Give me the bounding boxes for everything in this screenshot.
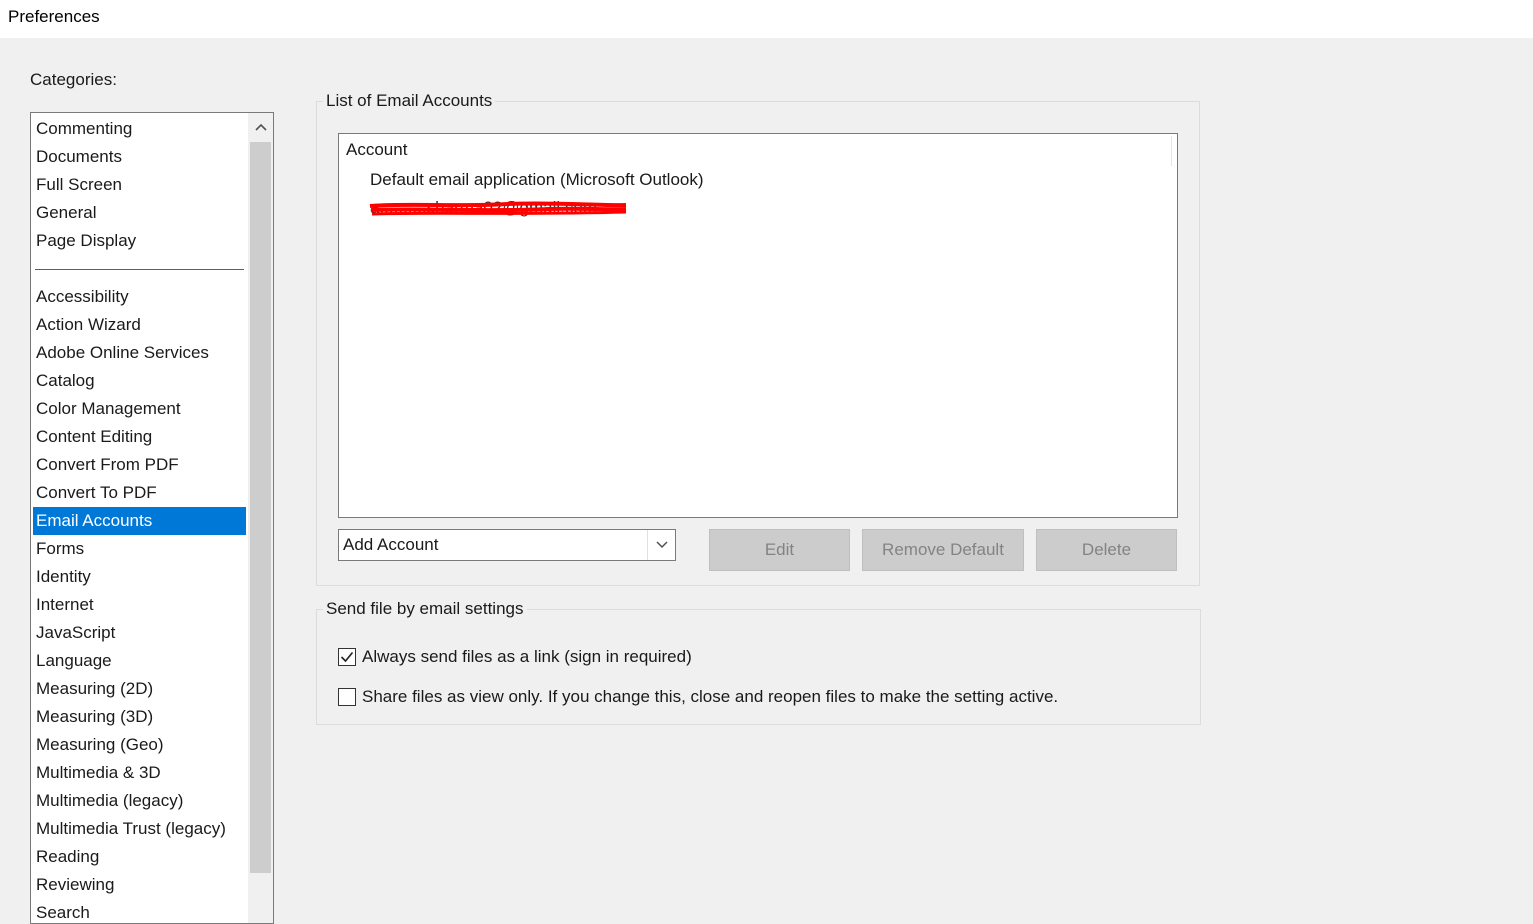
category-item[interactable]: Multimedia Trust (legacy) <box>33 815 246 843</box>
category-item[interactable]: Action Wizard <box>33 311 246 339</box>
view-only-checkbox[interactable] <box>338 688 356 706</box>
send-as-link-checkbox[interactable] <box>338 648 356 666</box>
category-item[interactable]: Multimedia (legacy) <box>33 787 246 815</box>
category-item[interactable]: JavaScript <box>33 619 246 647</box>
scroll-thumb[interactable] <box>250 142 271 873</box>
email-accounts-group: List of Email Accounts Account Default e… <box>316 90 1200 586</box>
category-item[interactable]: Language <box>33 647 246 675</box>
send-settings-legend: Send file by email settings <box>323 598 527 620</box>
chevron-down-icon[interactable] <box>647 530 675 560</box>
category-item[interactable]: Adobe Online Services <box>33 339 246 367</box>
scroll-up-icon[interactable] <box>248 113 273 141</box>
title-bar: Preferences <box>0 0 1533 38</box>
categories-list[interactable]: Commenting Documents Full Screen General Pag… <box>30 112 274 924</box>
add-account-dropdown[interactable]: Add Account <box>338 529 676 561</box>
window-title: Preferences <box>8 7 100 26</box>
category-item[interactable]: Catalog <box>33 367 246 395</box>
category-item[interactable]: Forms <box>33 535 246 563</box>
categories-items: Commenting Documents Full Screen General Pag… <box>33 115 246 923</box>
categories-label: Categories: <box>30 70 117 89</box>
accounts-list[interactable]: Account Default email application (Micro… <box>338 133 1178 518</box>
category-item[interactable]: Convert From PDF <box>33 451 246 479</box>
category-item[interactable]: Convert To PDF <box>33 479 246 507</box>
option-view-only[interactable]: Share files as view only. If you change … <box>338 687 1058 707</box>
category-item[interactable]: Multimedia & 3D <box>33 759 246 787</box>
category-item[interactable]: Reviewing <box>33 871 246 899</box>
category-item[interactable]: Page Display <box>33 227 246 255</box>
category-item[interactable]: Accessibility <box>33 283 246 311</box>
category-separator <box>33 255 246 283</box>
account-column-header: Account <box>346 140 408 159</box>
category-item[interactable]: Internet <box>33 591 246 619</box>
send-as-link-label: Always send files as a link (sign in req… <box>362 647 692 666</box>
category-item[interactable]: Identity <box>33 563 246 591</box>
category-item[interactable]: Search <box>33 899 246 923</box>
send-settings-group: Send file by email settings Always send … <box>316 598 1201 725</box>
categories-scrollbar[interactable] <box>248 113 273 923</box>
category-item[interactable]: Full Screen <box>33 171 246 199</box>
account-row-redacted[interactable]: a..........sharma02@gmail.com <box>369 198 627 218</box>
checkmark-icon <box>340 651 354 663</box>
email-accounts-legend: List of Email Accounts <box>323 90 496 112</box>
category-item[interactable]: Reading <box>33 843 246 871</box>
category-item[interactable]: Measuring (Geo) <box>33 731 246 759</box>
remove-default-button[interactable]: Remove Default <box>862 529 1024 571</box>
option-send-as-link[interactable]: Always send files as a link (sign in req… <box>338 647 692 667</box>
category-item[interactable]: General <box>33 199 246 227</box>
redaction-scribble-icon <box>369 201 627 216</box>
category-item[interactable]: Commenting <box>33 115 246 143</box>
category-item[interactable]: Content Editing <box>33 423 246 451</box>
account-row-default[interactable]: Default email application (Microsoft Out… <box>370 170 704 190</box>
edit-button[interactable]: Edit <box>709 529 850 571</box>
category-item[interactable]: Documents <box>33 143 246 171</box>
category-item[interactable]: Measuring (3D) <box>33 703 246 731</box>
category-item[interactable]: Color Management <box>33 395 246 423</box>
delete-button[interactable]: Delete <box>1036 529 1177 571</box>
category-item[interactable]: Email Accounts <box>33 507 246 535</box>
column-separator <box>1171 136 1172 166</box>
category-item[interactable]: Measuring (2D) <box>33 675 246 703</box>
view-only-label: Share files as view only. If you change … <box>362 687 1059 706</box>
add-account-value: Add Account <box>343 535 439 554</box>
